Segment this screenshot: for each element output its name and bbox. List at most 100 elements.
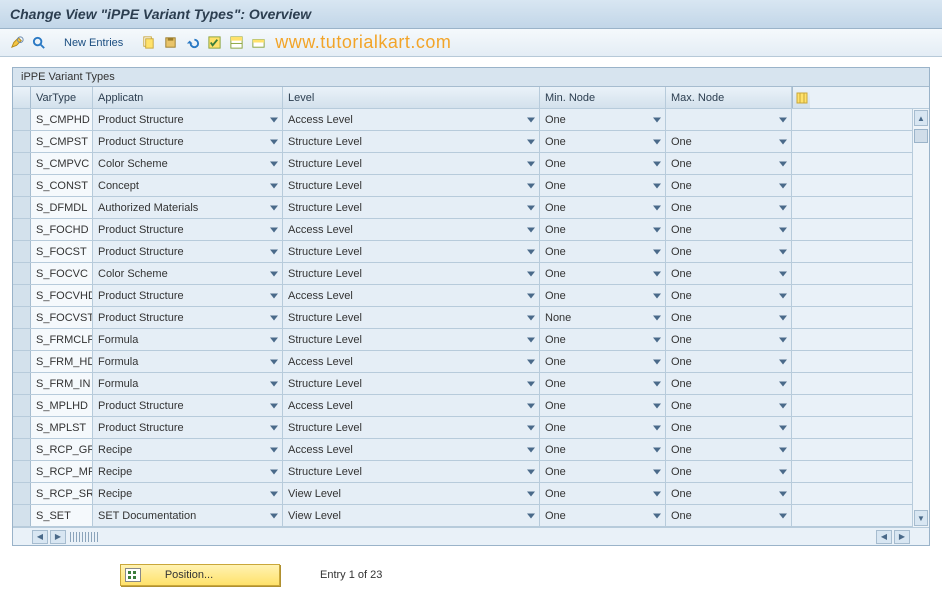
cell-vartype[interactable]: S_RCP_SR — [31, 483, 93, 504]
cell-level-dropdown[interactable]: Structure Level — [283, 263, 540, 284]
cell-vartype[interactable]: S_RCP_GR — [31, 439, 93, 460]
other-view-icon[interactable] — [30, 34, 48, 52]
row-selector[interactable] — [13, 417, 31, 438]
col-header-min-node[interactable]: Min. Node — [540, 87, 666, 108]
new-entries-button[interactable]: New Entries — [58, 37, 129, 49]
cell-application-dropdown[interactable]: Product Structure — [93, 417, 283, 438]
cell-min-node-dropdown[interactable]: One — [540, 263, 666, 284]
cell-max-node-dropdown[interactable]: One — [666, 417, 792, 438]
cell-application-dropdown[interactable]: Color Scheme — [93, 263, 283, 284]
cell-level-dropdown[interactable]: Structure Level — [283, 175, 540, 196]
cell-level-dropdown[interactable]: Structure Level — [283, 461, 540, 482]
cell-max-node-dropdown[interactable] — [666, 109, 792, 130]
cell-vartype[interactable]: S_FOCST — [31, 241, 93, 262]
copy-as-icon[interactable] — [139, 34, 157, 52]
cell-level-dropdown[interactable]: Structure Level — [283, 241, 540, 262]
cell-application-dropdown[interactable]: Formula — [93, 329, 283, 350]
row-selector[interactable] — [13, 505, 31, 526]
cell-application-dropdown[interactable]: Recipe — [93, 439, 283, 460]
cell-min-node-dropdown[interactable]: One — [540, 505, 666, 526]
cell-application-dropdown[interactable]: SET Documentation — [93, 505, 283, 526]
cell-max-node-dropdown[interactable]: One — [666, 153, 792, 174]
cell-min-node-dropdown[interactable]: One — [540, 109, 666, 130]
cell-min-node-dropdown[interactable]: One — [540, 175, 666, 196]
row-selector[interactable] — [13, 439, 31, 460]
cell-min-node-dropdown[interactable]: One — [540, 131, 666, 152]
cell-max-node-dropdown[interactable]: One — [666, 461, 792, 482]
row-selector[interactable] — [13, 197, 31, 218]
cell-level-dropdown[interactable]: Structure Level — [283, 373, 540, 394]
cell-vartype[interactable]: S_MPLST — [31, 417, 93, 438]
cell-application-dropdown[interactable]: Formula — [93, 351, 283, 372]
cell-max-node-dropdown[interactable]: One — [666, 439, 792, 460]
cell-min-node-dropdown[interactable]: None — [540, 307, 666, 328]
cell-application-dropdown[interactable]: Color Scheme — [93, 153, 283, 174]
cell-vartype[interactable]: S_FRMCLF — [31, 329, 93, 350]
cell-max-node-dropdown[interactable]: One — [666, 131, 792, 152]
row-selector[interactable] — [13, 175, 31, 196]
cell-level-dropdown[interactable]: Access Level — [283, 109, 540, 130]
cell-level-dropdown[interactable]: Access Level — [283, 395, 540, 416]
row-selector[interactable] — [13, 153, 31, 174]
scroll-down-button[interactable]: ▼ — [914, 510, 928, 526]
cell-level-dropdown[interactable]: Access Level — [283, 439, 540, 460]
scroll-track[interactable] — [913, 127, 929, 509]
cell-level-dropdown[interactable]: Access Level — [283, 219, 540, 240]
cell-min-node-dropdown[interactable]: One — [540, 351, 666, 372]
configure-columns-icon[interactable] — [792, 87, 810, 108]
cell-application-dropdown[interactable]: Formula — [93, 373, 283, 394]
row-selector[interactable] — [13, 263, 31, 284]
cell-level-dropdown[interactable]: Access Level — [283, 351, 540, 372]
cell-vartype[interactable]: S_CONST — [31, 175, 93, 196]
cell-application-dropdown[interactable]: Product Structure — [93, 109, 283, 130]
cell-vartype[interactable]: S_CMPST — [31, 131, 93, 152]
cell-level-dropdown[interactable]: Structure Level — [283, 417, 540, 438]
cell-max-node-dropdown[interactable]: One — [666, 307, 792, 328]
cell-min-node-dropdown[interactable]: One — [540, 241, 666, 262]
row-selector[interactable] — [13, 483, 31, 504]
cell-max-node-dropdown[interactable]: One — [666, 197, 792, 218]
cell-vartype[interactable]: S_FOCVC — [31, 263, 93, 284]
cell-vartype[interactable]: S_DFMDL — [31, 197, 93, 218]
cell-vartype[interactable]: S_FRM_IN — [31, 373, 93, 394]
hscroll-left-button-2[interactable]: ◀ — [876, 530, 892, 544]
cell-application-dropdown[interactable]: Authorized Materials — [93, 197, 283, 218]
cell-max-node-dropdown[interactable]: One — [666, 351, 792, 372]
cell-application-dropdown[interactable]: Product Structure — [93, 131, 283, 152]
position-button[interactable]: Position... — [120, 564, 280, 586]
vertical-scrollbar[interactable]: ▲ ▼ — [912, 109, 929, 527]
deselect-all-icon[interactable] — [249, 34, 267, 52]
col-header-vartype[interactable]: VarType — [31, 87, 93, 108]
cell-min-node-dropdown[interactable]: One — [540, 329, 666, 350]
cell-max-node-dropdown[interactable]: One — [666, 329, 792, 350]
cell-level-dropdown[interactable]: Structure Level — [283, 307, 540, 328]
row-selector[interactable] — [13, 219, 31, 240]
cell-max-node-dropdown[interactable]: One — [666, 263, 792, 284]
cell-application-dropdown[interactable]: Product Structure — [93, 241, 283, 262]
cell-vartype[interactable]: S_CMPHD — [31, 109, 93, 130]
select-all-rows-handle[interactable] — [13, 87, 31, 108]
hscroll-right-button-2[interactable]: ▶ — [894, 530, 910, 544]
cell-min-node-dropdown[interactable]: One — [540, 285, 666, 306]
cell-level-dropdown[interactable]: Structure Level — [283, 197, 540, 218]
cell-application-dropdown[interactable]: Product Structure — [93, 395, 283, 416]
cell-level-dropdown[interactable]: Structure Level — [283, 329, 540, 350]
col-header-application[interactable]: Applicatn — [93, 87, 283, 108]
cell-level-dropdown[interactable]: View Level — [283, 505, 540, 526]
row-selector[interactable] — [13, 329, 31, 350]
cell-max-node-dropdown[interactable]: One — [666, 219, 792, 240]
scroll-up-button[interactable]: ▲ — [914, 110, 928, 126]
cell-max-node-dropdown[interactable]: One — [666, 373, 792, 394]
cell-application-dropdown[interactable]: Recipe — [93, 483, 283, 504]
select-block-icon[interactable] — [227, 34, 245, 52]
row-selector[interactable] — [13, 395, 31, 416]
cell-max-node-dropdown[interactable]: One — [666, 483, 792, 504]
cell-application-dropdown[interactable]: Concept — [93, 175, 283, 196]
cell-max-node-dropdown[interactable]: One — [666, 175, 792, 196]
cell-min-node-dropdown[interactable]: One — [540, 153, 666, 174]
col-header-max-node[interactable]: Max. Node — [666, 87, 792, 108]
cell-vartype[interactable]: S_SET — [31, 505, 93, 526]
row-selector[interactable] — [13, 285, 31, 306]
row-selector[interactable] — [13, 373, 31, 394]
cell-min-node-dropdown[interactable]: One — [540, 197, 666, 218]
